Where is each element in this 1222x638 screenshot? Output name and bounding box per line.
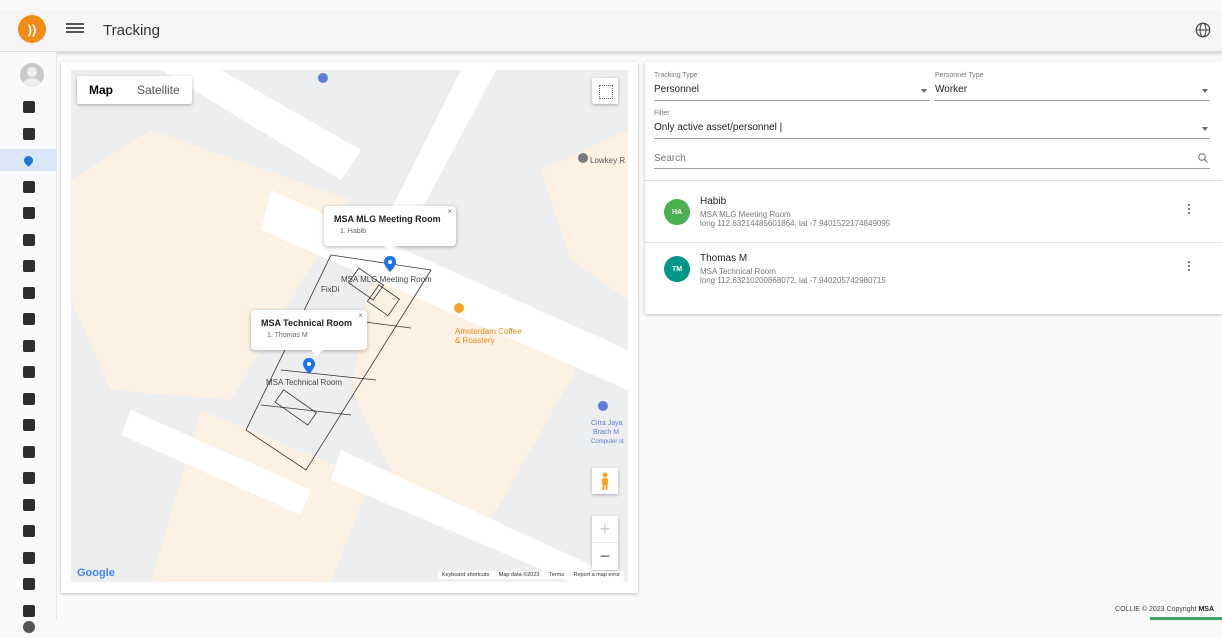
room-marker-icon[interactable] [303,358,315,374]
tracking-panel: Tracking Type Personnel Personnel Type W… [645,62,1222,314]
page-title: Tracking [103,22,160,39]
tracking-type-underline [654,100,930,101]
avatar: HA [664,199,690,225]
popup-subtitle: 1. Habib [340,228,446,235]
fullscreen-icon[interactable] [592,78,618,104]
map-type-satellite-button[interactable]: Satellite [125,76,192,104]
popup-title: MSA MLG Meeting Room [334,214,446,224]
poi-pin-icon[interactable] [596,400,610,416]
map-attribution: Keyboard shortcuts Map data ©2023 Terms … [438,571,624,579]
location-pin-icon[interactable] [0,149,57,171]
globe-icon[interactable] [1194,21,1212,39]
dashboard-icon[interactable] [0,96,57,118]
personnel-type-label: Personnel Type [935,72,984,79]
popup-subtitle: 1. Thomas M [267,332,357,339]
library-icon[interactable] [0,255,57,277]
top-app-bar: )) Tracking [0,10,1222,52]
person-coordinates: long 112.63214485601864, lat -7.94015221… [700,219,890,228]
org-icon[interactable] [0,361,57,383]
support-icon[interactable] [0,441,57,463]
list-divider [645,180,1222,181]
map-popup-meeting-room[interactable]: × MSA MLG Meeting Room 1. Habib [324,206,456,246]
close-icon[interactable]: × [447,207,452,216]
walking-icon[interactable] [0,573,57,595]
people-icon[interactable] [0,547,57,569]
personnel-type-select[interactable]: Worker [935,84,967,95]
tracking-type-select[interactable]: Personnel [654,84,699,95]
personnel-type-underline [935,100,1210,101]
hamburger-menu-icon[interactable] [66,21,84,37]
map-type-control: Map Satellite [77,76,192,104]
tracking-type-label: Tracking Type [654,72,698,79]
zoom-out-button[interactable]: − [592,543,618,570]
room-marker-icon[interactable] [384,256,396,272]
report-error-link[interactable]: Report a map error [574,572,620,578]
chevron-down-icon[interactable] [1202,127,1208,131]
map-label-meeting-room: MSA MLG Meeting Room [341,275,432,284]
footer: COLLIE © 2023 Copyright MSA [1115,606,1214,613]
footer-brand: MSA [1198,606,1214,613]
chevron-down-icon[interactable] [921,89,927,93]
person-icon[interactable] [0,335,57,357]
person-settings-icon[interactable] [0,520,57,542]
help-icon[interactable] [0,616,57,638]
more-vert-icon[interactable] [1186,203,1192,217]
zoom-in-button[interactable]: + [592,516,618,543]
monitor-icon[interactable] [0,123,57,145]
search-input[interactable]: Search [654,153,686,164]
terms-link[interactable]: Terms [549,572,564,578]
person-name: Habib [700,196,726,207]
map-data-text: Map data ©2023 [499,572,540,578]
person-location: MSA Technical Room [700,267,776,276]
map-label-technical-room: MSA Technical Room [266,378,342,387]
footer-copyright: COLLIE © 2023 Copyright [1115,606,1196,613]
map-label-amsterdam: Amsterdam Coffee [455,327,522,336]
search-icon[interactable] [1197,152,1209,164]
more-vert-icon[interactable] [1186,260,1192,274]
person-location: MSA MLG Meeting Room [700,210,791,219]
filter-select[interactable]: Only active asset/personnel | [654,122,782,133]
filter-underline [654,138,1210,139]
close-icon[interactable]: × [358,311,363,320]
avatar: TM [664,256,690,282]
search-underline [654,168,1210,169]
map-popup-technical-room[interactable]: × MSA Technical Room 1. Thomas M [251,310,367,350]
map-label-fixdi: FixDi [321,285,339,294]
map-label-amsterdam-2: & Roastery [455,336,495,345]
floor-plan-icon[interactable] [0,176,57,198]
map-type-map-button[interactable]: Map [77,76,125,104]
keyboard-shortcuts-link[interactable]: Keyboard shortcuts [442,572,489,578]
app-logo[interactable]: )) [18,15,46,43]
person-alert-icon[interactable] [0,494,57,516]
chevron-down-icon[interactable] [1202,89,1208,93]
person-check-icon[interactable] [0,467,57,489]
map-label-citra: Citra Jaya [591,420,623,428]
user-avatar[interactable] [20,63,44,87]
list-item[interactable]: TM Thomas M MSA Technical Room long 112.… [645,242,1222,300]
pegman-icon[interactable] [592,468,618,494]
filter-label: Filter [654,110,670,117]
apartment-icon[interactable] [0,388,57,410]
map-label-citra-2: Brach M [593,429,619,437]
google-logo: Google [77,567,115,579]
person-coordinates: long 112.63210200868072, lat -7.94020574… [700,276,886,285]
group-icon[interactable] [0,202,57,224]
coffee-poi-icon[interactable] [452,302,466,318]
sidebar-nav [0,52,57,620]
map-card: Map Satellite Lowkey R Amsterdam Coffee … [61,62,638,593]
database-icon[interactable] [0,229,57,251]
poi-pin-icon[interactable] [576,152,590,166]
list-item[interactable]: HA Habib MSA MLG Meeting Room long 112.6… [645,185,1222,243]
building-icon[interactable] [0,282,57,304]
device-icon[interactable] [0,414,57,436]
person-name: Thomas M [700,253,747,264]
zone-icon[interactable] [0,308,57,330]
popup-title: MSA Technical Room [261,318,357,328]
map-label-citra-3: Computer st [591,438,624,446]
zoom-control: + − [592,516,618,570]
map-label-lowkey: Lowkey R [590,156,625,165]
poi-pin-icon[interactable] [316,72,330,86]
map-view[interactable]: Map Satellite Lowkey R Amsterdam Coffee … [71,70,628,582]
